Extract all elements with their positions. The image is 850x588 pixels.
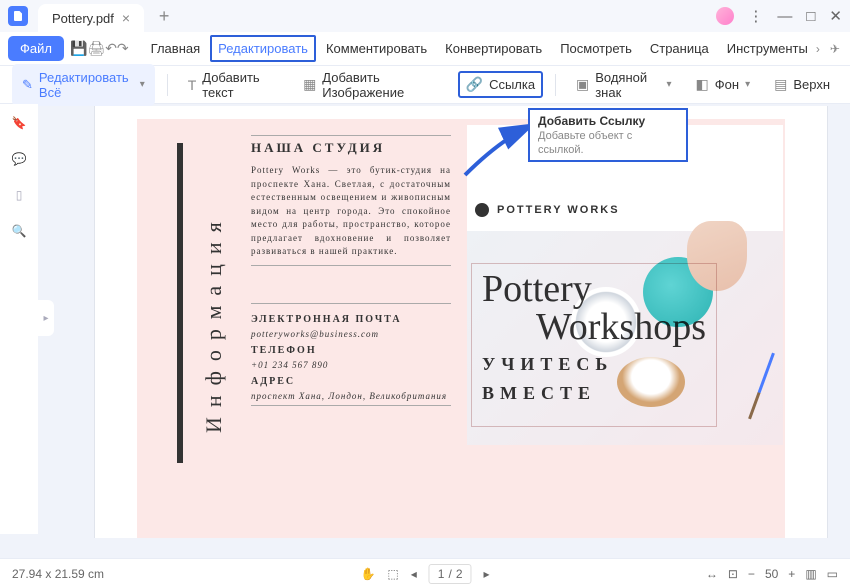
image-icon: ▦ bbox=[303, 76, 316, 93]
studio-body: Pottery Works — это бутик-студия на прос… bbox=[251, 164, 451, 265]
logo-text: POTTERY WORKS bbox=[497, 204, 620, 216]
edit-all-button[interactable]: ✎ Редактировать Всё ▾ bbox=[12, 64, 155, 106]
tab-page[interactable]: Страница bbox=[642, 35, 717, 62]
studio-title: НАША СТУДИЯ bbox=[251, 136, 451, 164]
link-tooltip: Добавить Ссылку Добавьте объект с ссылко… bbox=[528, 108, 688, 162]
maximize-icon[interactable]: □ bbox=[806, 8, 815, 25]
comment-icon[interactable]: 💬 bbox=[12, 152, 27, 166]
send-icon[interactable]: ✈ bbox=[830, 42, 840, 56]
overlay-title-2: Workshops bbox=[482, 308, 706, 346]
tab-home[interactable]: Главная bbox=[143, 35, 208, 62]
search-icon[interactable]: 🔍 bbox=[12, 224, 27, 238]
overlay-sub-1: УЧИТЕСЬ bbox=[482, 354, 706, 375]
overlay-sub-2: ВМЕСТЕ bbox=[482, 383, 706, 404]
email-heading: ЭЛЕКТРОННАЯ ПОЧТА bbox=[251, 314, 451, 325]
document-canvas[interactable]: Информация НАША СТУДИЯ Pottery Works — э… bbox=[50, 106, 844, 538]
titlebar: Pottery.pdf × + ⋮ — □ ✕ bbox=[0, 0, 850, 32]
new-tab-button[interactable]: + bbox=[152, 4, 176, 28]
link-button[interactable]: 🔗Ссылка bbox=[458, 71, 543, 98]
zoom-in-icon[interactable]: + bbox=[788, 567, 795, 581]
page-indicator[interactable]: 1/2 bbox=[429, 564, 472, 584]
save-icon[interactable]: 💾 bbox=[70, 36, 87, 62]
tooltip-title: Добавить Ссылку bbox=[538, 114, 678, 128]
tab-comment[interactable]: Комментировать bbox=[318, 35, 435, 62]
text-icon: T bbox=[188, 77, 197, 93]
tab-edit[interactable]: Редактировать bbox=[210, 35, 316, 62]
add-image-button[interactable]: ▦Добавить Изображение bbox=[295, 65, 450, 105]
close-icon[interactable]: ✕ bbox=[829, 7, 842, 25]
header-button[interactable]: ▤Верхн bbox=[766, 71, 838, 98]
contact-block: ЭЛЕКТРОННАЯ ПОЧТА potteryworks@business.… bbox=[251, 303, 451, 406]
title-overlay: Pottery Workshops УЧИТЕСЬ ВМЕСТЕ bbox=[471, 263, 717, 427]
background-button[interactable]: ◧Фон▾ bbox=[688, 71, 759, 98]
minimize-icon[interactable]: — bbox=[777, 8, 792, 25]
chevron-down-icon: ▾ bbox=[140, 79, 145, 90]
left-sidebar: 🔖 💬 ▯ 🔍 bbox=[0, 104, 38, 534]
hand-tool-icon[interactable]: ✋ bbox=[360, 567, 375, 581]
undo-icon[interactable]: ↶ bbox=[105, 36, 117, 62]
pottery-works-logo: POTTERY WORKS bbox=[475, 203, 620, 217]
separator bbox=[555, 74, 556, 96]
vertical-heading: Информация bbox=[201, 173, 227, 473]
zoom-out-icon[interactable]: − bbox=[748, 567, 755, 581]
tab-convert[interactable]: Конвертировать bbox=[437, 35, 550, 62]
address-heading: АДРЕС bbox=[251, 376, 451, 387]
print-icon[interactable]: 🖨 bbox=[87, 36, 105, 62]
brush-decoration bbox=[748, 353, 775, 420]
overlay-title-1: Pottery bbox=[482, 270, 706, 308]
tab-view[interactable]: Посмотреть bbox=[552, 35, 640, 62]
page-content: Информация НАША СТУДИЯ Pottery Works — э… bbox=[137, 119, 785, 538]
phone-value: +01 234 567 890 bbox=[251, 360, 451, 370]
kebab-menu-icon[interactable]: ⋮ bbox=[748, 7, 763, 25]
statusbar: 27.94 x 21.59 cm ✋ ⬚ ◂ 1/2 ▸ ↔ ⊡ − 50 + … bbox=[0, 558, 850, 588]
address-value: проспект Хана, Лондон, Великобритания bbox=[251, 391, 451, 401]
edit-toolbar: ✎ Редактировать Всё ▾ TДобавить текст ▦Д… bbox=[0, 66, 850, 104]
tab-close-icon[interactable]: × bbox=[122, 10, 130, 26]
document-tab[interactable]: Pottery.pdf × bbox=[38, 4, 144, 32]
file-menu[interactable]: Файл bbox=[8, 36, 64, 61]
chevron-right-icon[interactable]: › bbox=[816, 42, 820, 56]
header-icon: ▤ bbox=[774, 76, 787, 93]
read-mode-icon[interactable]: ▭ bbox=[827, 567, 838, 581]
menubar: Файл 💾 🖨 ↶ ↷ Главная Редактировать Комме… bbox=[0, 32, 850, 66]
user-avatar[interactable] bbox=[716, 7, 734, 25]
app-icon bbox=[8, 6, 28, 26]
add-text-button[interactable]: TДобавить текст bbox=[180, 65, 287, 105]
select-tool-icon[interactable]: ⬚ bbox=[387, 567, 398, 581]
tab-filename: Pottery.pdf bbox=[52, 11, 114, 26]
edit-all-label: Редактировать Всё bbox=[39, 70, 134, 100]
logo-dot-icon bbox=[475, 203, 489, 217]
tooltip-desc: Добавьте объект с ссылкой. bbox=[538, 130, 632, 156]
fit-page-icon[interactable]: ⊡ bbox=[728, 567, 738, 581]
background-icon: ◧ bbox=[696, 76, 709, 93]
phone-heading: ТЕЛЕФОН bbox=[251, 345, 451, 356]
watermark-button[interactable]: ▣Водяной знак▾ bbox=[568, 65, 680, 105]
next-page-icon[interactable]: ▸ bbox=[484, 567, 490, 581]
pencil-icon: ✎ bbox=[22, 77, 33, 93]
studio-block: НАША СТУДИЯ Pottery Works — это бутик-ст… bbox=[251, 135, 451, 266]
tab-tools[interactable]: Инструменты bbox=[719, 35, 816, 62]
link-icon: 🔗 bbox=[466, 76, 483, 93]
bookmark-icon[interactable]: 🔖 bbox=[12, 116, 27, 130]
email-value: potteryworks@business.com bbox=[251, 329, 451, 339]
spine-decoration bbox=[177, 143, 183, 463]
page-dimensions: 27.94 x 21.59 cm bbox=[12, 567, 104, 581]
watermark-icon: ▣ bbox=[576, 76, 589, 93]
zoom-level: 50 bbox=[765, 567, 778, 581]
separator bbox=[167, 74, 168, 96]
redo-icon[interactable]: ↷ bbox=[117, 36, 129, 62]
ribbon-tabs: Главная Редактировать Комментировать Кон… bbox=[143, 35, 816, 62]
fit-width-icon[interactable]: ↔ bbox=[706, 567, 718, 581]
prev-page-icon[interactable]: ◂ bbox=[411, 567, 417, 581]
layout-icon[interactable]: ▥ bbox=[805, 567, 816, 581]
panel-icon[interactable]: ▯ bbox=[16, 188, 23, 202]
